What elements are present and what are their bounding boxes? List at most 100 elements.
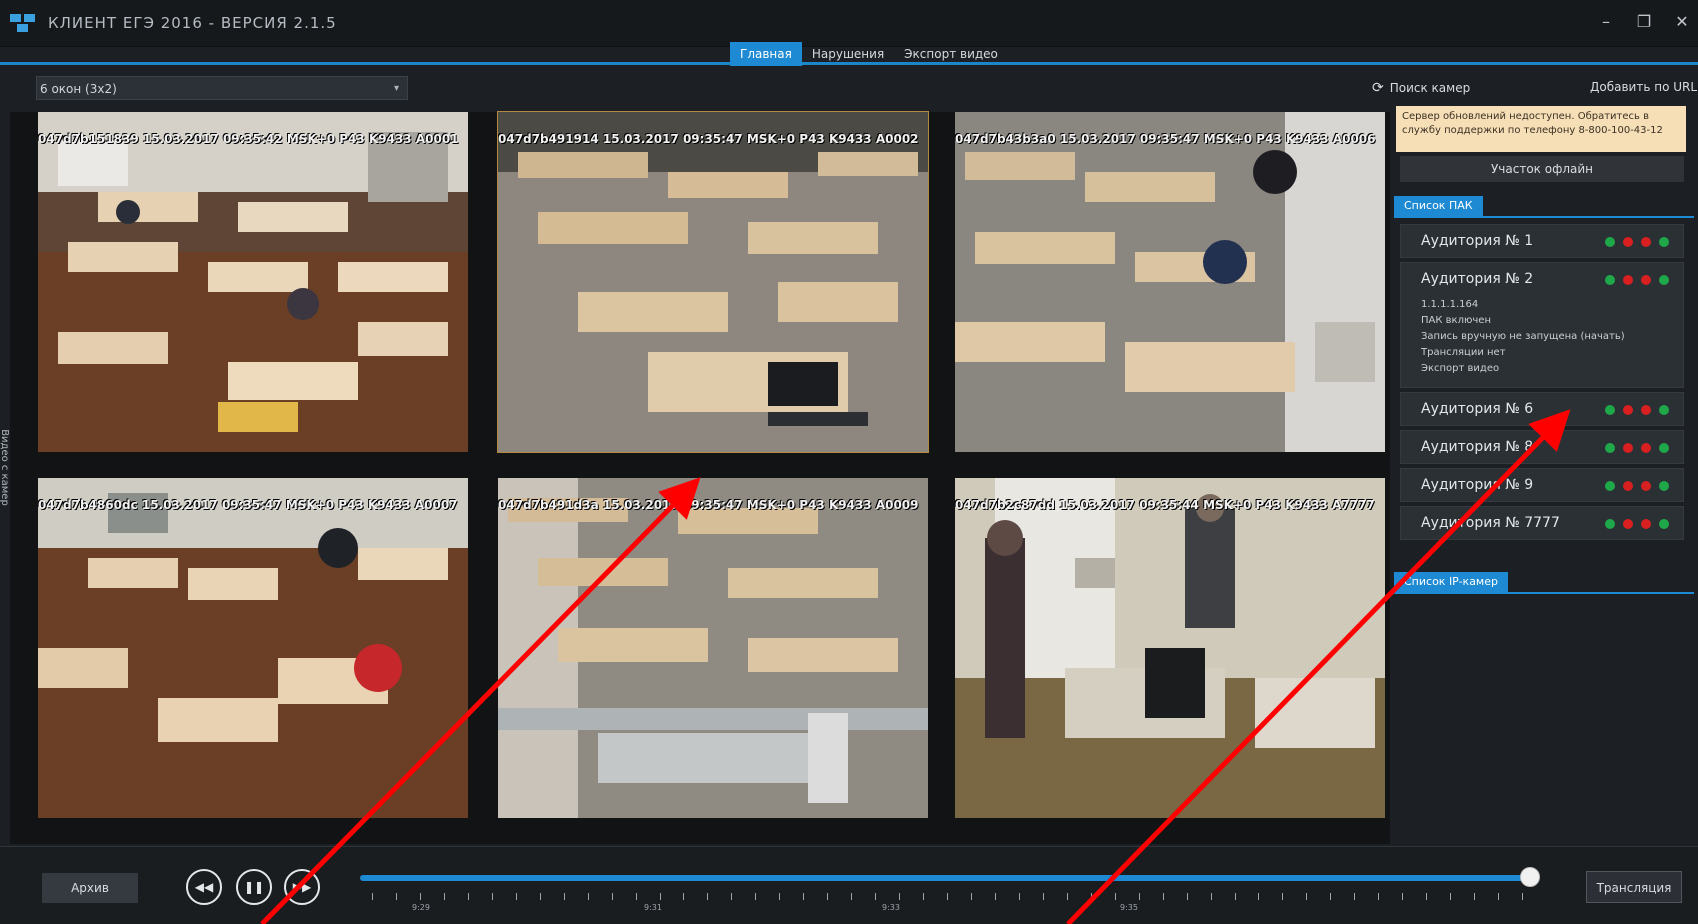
timeline-tick	[1378, 893, 1380, 900]
forward-button[interactable]: ▶▶	[284, 869, 320, 905]
timeline-handle[interactable]	[1520, 867, 1540, 887]
tab-pak-list[interactable]: Список ПАК	[1394, 196, 1483, 216]
app-logo-icon	[10, 14, 35, 32]
status-red-icon	[1641, 443, 1651, 453]
room-9-name: Аудитория № 9	[1421, 477, 1534, 493]
status-red-icon	[1623, 405, 1633, 415]
timeline-tick	[395, 893, 397, 900]
timeline-tick	[372, 893, 373, 900]
room-8-status	[1605, 443, 1669, 453]
layout-select[interactable]: 6 окон (3x2) ▾	[36, 76, 408, 100]
title-bar: КЛИЕНТ ЕГЭ 2016 - ВЕРСИЯ 2.1.5 – ❐ ✕	[0, 0, 1698, 47]
pause-icon: ❚❚	[243, 880, 265, 894]
status-red-icon	[1641, 275, 1651, 285]
timeline-tick	[1354, 893, 1356, 900]
camera-tile-5[interactable]: 047d7b491d3a 15.03.2017 09:35:47 MSK+0 P…	[498, 478, 928, 818]
camera-tile-6[interactable]: 047d7b2c87dd 15.03.2017 09:35:44 MSK+0 P…	[955, 478, 1385, 818]
update-server-notice: Сервер обновлений недоступен. Обратитесь…	[1396, 106, 1686, 152]
chevron-down-icon: ▾	[393, 83, 399, 94]
timeline-tick	[659, 893, 661, 900]
close-button[interactable]: ✕	[1674, 12, 1690, 31]
status-green-icon	[1659, 481, 1669, 491]
right-panel: Сервер обновлений недоступен. Обратитесь…	[1392, 104, 1698, 844]
add-by-url-button[interactable]: Добавить по URL	[1590, 80, 1697, 94]
timeline-tick	[1498, 893, 1500, 900]
room-item-6[interactable]: Аудитория № 6	[1400, 392, 1684, 426]
timeline-tick	[1306, 893, 1308, 900]
timeline-tick	[1018, 893, 1020, 900]
status-green-icon	[1605, 405, 1615, 415]
offline-site-button[interactable]: Участок офлайн	[1400, 156, 1684, 182]
tab-ip-cameras[interactable]: Список IP-камер	[1394, 572, 1508, 592]
camera-feed-1-image	[38, 112, 468, 452]
timeline-tick	[755, 893, 757, 900]
timeline-tick	[563, 893, 565, 900]
timeline-tick	[1066, 893, 1068, 900]
timeline-tick	[1402, 893, 1404, 900]
status-green-icon	[1659, 275, 1669, 285]
room-item-9[interactable]: Аудитория № 9	[1400, 468, 1684, 502]
timeline-tick	[1258, 893, 1260, 900]
status-green-icon	[1605, 519, 1615, 529]
camera-tile-3[interactable]: 047d7b43b3a0 15.03.2017 09:35:47 MSK+0 P…	[955, 112, 1385, 452]
room-item-2[interactable]: Аудитория № 2 1.1.1.1.164 ПАК включен За…	[1400, 262, 1684, 388]
status-green-icon	[1659, 405, 1669, 415]
timeline-tick	[1474, 893, 1476, 900]
room-item-7777[interactable]: Аудитория № 7777	[1400, 506, 1684, 540]
window-title: КЛИЕНТ ЕГЭ 2016 - ВЕРСИЯ 2.1.5	[48, 14, 337, 32]
timeline-tick	[611, 893, 613, 900]
camera-5-timestamp: 047d7b491d3a 15.03.2017 09:35:47 MSK+0 P…	[498, 498, 919, 512]
tab-violations[interactable]: Нарушения	[802, 42, 894, 66]
camera-3-timestamp: 047d7b43b3a0 15.03.2017 09:35:47 MSK+0 P…	[955, 132, 1376, 146]
timeline-tick	[1330, 893, 1332, 900]
minimize-button[interactable]: –	[1598, 12, 1614, 31]
archive-button[interactable]: Архив	[42, 873, 138, 903]
room-7777-status	[1605, 519, 1669, 529]
timeline-tick	[491, 893, 493, 900]
timeline-tick	[1114, 893, 1116, 900]
room-item-8[interactable]: Аудитория № 8	[1400, 430, 1684, 464]
broadcast-button[interactable]: Трансляция	[1586, 871, 1682, 903]
app-window: КЛИЕНТ ЕГЭ 2016 - ВЕРСИЯ 2.1.5 – ❐ ✕ Гла…	[0, 0, 1698, 924]
camera-1-timestamp: 047d7b151839 15.03.2017 09:35:42 MSK+0 P…	[38, 132, 459, 146]
timeline-track[interactable]	[360, 875, 1530, 881]
status-red-icon	[1641, 405, 1651, 415]
timeline-tick	[731, 893, 733, 900]
timeline-time-label: 9:31	[644, 903, 662, 912]
timeline-tick	[1090, 893, 1092, 900]
tab-export-video[interactable]: Экспорт видео	[894, 42, 1008, 66]
timeline-tick	[994, 893, 996, 900]
ip-cameras-divider	[1394, 592, 1694, 594]
pak-list-divider	[1394, 216, 1694, 218]
camera-tile-4[interactable]: 047d7b4860dc 15.03.2017 09:35:47 MSK+0 P…	[38, 478, 468, 818]
room-2-name: Аудитория № 2	[1421, 271, 1534, 287]
timeline-tick	[1234, 893, 1236, 900]
camera-feed-3-image	[955, 112, 1385, 452]
forward-icon: ▶▶	[292, 880, 312, 894]
restore-button[interactable]: ❐	[1636, 12, 1652, 31]
rewind-icon: ◀◀	[194, 880, 214, 894]
search-cameras-button[interactable]: ⟳ Поиск камер	[1372, 80, 1470, 96]
timeline-tick	[467, 893, 469, 900]
rewind-button[interactable]: ◀◀	[186, 869, 222, 905]
camera-feed-2-image	[498, 112, 928, 452]
timeline-tick	[851, 893, 853, 900]
pause-button[interactable]: ❚❚	[236, 869, 272, 905]
room-1-name: Аудитория № 1	[1421, 233, 1534, 249]
camera-tile-2[interactable]: 047d7b491914 15.03.2017 09:35:47 MSK+0 P…	[497, 111, 929, 453]
timeline-tick	[779, 893, 781, 900]
room-item-1[interactable]: Аудитория № 1	[1400, 224, 1684, 258]
tab-main[interactable]: Главная	[730, 42, 802, 66]
timeline-tick	[683, 893, 685, 900]
room-2-recording-status[interactable]: Запись вручную не запущена (начать)	[1421, 329, 1625, 345]
room-6-name: Аудитория № 6	[1421, 401, 1534, 417]
camera-tile-1[interactable]: 047d7b151839 15.03.2017 09:35:42 MSK+0 P…	[38, 112, 468, 452]
room-8-name: Аудитория № 8	[1421, 439, 1534, 455]
timeline-tick	[443, 893, 445, 900]
timeline-tick	[1522, 893, 1523, 900]
refresh-icon: ⟳	[1372, 80, 1384, 96]
room-2-export-video[interactable]: Экспорт видео	[1421, 361, 1625, 377]
status-green-icon	[1605, 481, 1615, 491]
room-9-status	[1605, 481, 1669, 491]
room-6-status	[1605, 405, 1669, 415]
